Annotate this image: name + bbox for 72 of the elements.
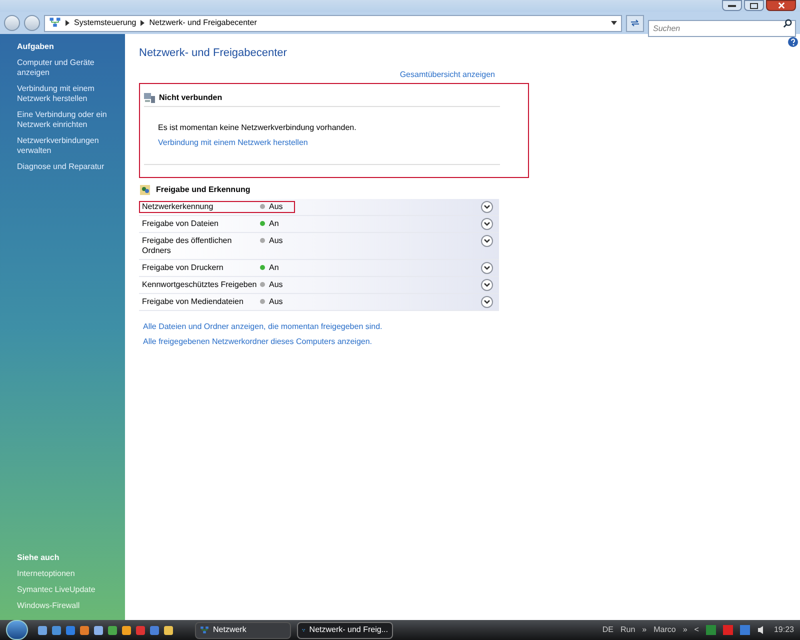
chevron-down-icon <box>484 205 490 209</box>
tray-icon[interactable] <box>722 625 733 635</box>
section-title: Freigabe und Erkennung <box>156 184 250 196</box>
search-field[interactable]: Suchen <box>648 20 796 36</box>
tray-item[interactable]: » <box>642 624 647 636</box>
page-title: Netzwerk- und Freigabecenter <box>139 46 288 60</box>
tray-icon[interactable] <box>740 625 750 635</box>
network-icon <box>200 626 209 634</box>
setting-row: Freigabe von Mediendateien Aus <box>139 294 499 311</box>
forward-button[interactable] <box>24 15 40 31</box>
setting-row: Kennwortgeschütztes Freigeben Aus <box>139 277 499 294</box>
chevron-down-icon <box>484 266 490 270</box>
taskbar-button[interactable]: Netzwerk- und Freig... <box>297 622 393 638</box>
tray-item[interactable]: < <box>694 624 699 636</box>
setting-row: Freigabe von Dateien An <box>139 216 499 233</box>
tray-item[interactable]: Run <box>620 624 636 636</box>
restore-button[interactable] <box>744 0 764 11</box>
chevron-icon <box>140 20 146 26</box>
setting-row: Freigabe des öffentlichen Ordners Aus <box>139 233 499 260</box>
tray-item[interactable]: Marco <box>654 624 676 636</box>
breadcrumb[interactable]: Systemsteuerung <box>74 17 136 29</box>
sharing-icon <box>140 185 150 195</box>
network-icon <box>49 17 61 29</box>
chevron-down-icon <box>484 300 490 304</box>
refresh-button[interactable] <box>626 14 644 32</box>
expand-button[interactable] <box>481 218 493 230</box>
setting-status: Aus <box>269 280 283 290</box>
tray-icon[interactable] <box>706 625 716 635</box>
chevron-down-icon <box>484 283 490 287</box>
expand-button[interactable] <box>481 296 493 308</box>
sidebar-link[interactable]: Diagnose und Reparatur <box>17 162 123 172</box>
sidebar-heading: Siehe auch <box>17 553 60 563</box>
start-button[interactable] <box>6 620 28 640</box>
connect-link[interactable]: Verbindung mit einem Netzwerk herstellen <box>158 137 308 149</box>
sidebar-heading: Aufgaben <box>17 42 55 52</box>
setting-status: An <box>269 263 279 273</box>
link[interactable]: Alle Dateien und Ordner anzeigen, die momentan freigegeben sind. <box>143 321 382 333</box>
expand-button[interactable] <box>481 201 493 213</box>
computer-icon <box>144 93 155 103</box>
close-icon <box>778 2 784 9</box>
address-bar[interactable]: Systemsteuerung Netzwerk- und Freigabecenter <box>44 14 622 32</box>
setting-status: An <box>269 219 279 229</box>
sidebar-link[interactable]: Computer und Geräte anzeigen <box>17 58 123 78</box>
setting-status: Aus <box>269 202 283 212</box>
section-title: Nicht verbunden <box>159 92 222 104</box>
search-icon <box>783 18 792 28</box>
clock: 19:23 <box>774 624 794 636</box>
breadcrumb[interactable]: Netzwerk- und Freigabecenter <box>149 17 257 29</box>
refresh-icon <box>630 19 640 27</box>
dropdown-icon <box>611 21 617 25</box>
sidebar-link[interactable]: Verbindung mit einem Netzwerk herstellen <box>17 84 123 104</box>
close-button[interactable] <box>766 0 796 11</box>
tray-item[interactable]: » <box>682 624 688 636</box>
setting-status: Aus <box>269 236 283 246</box>
setting-status: Aus <box>269 297 283 307</box>
expand-button[interactable] <box>481 279 493 291</box>
chevron-icon <box>65 20 70 26</box>
sidebar-link[interactable]: Netzwerkverbindungen verwalten <box>17 136 123 156</box>
minimize-button[interactable] <box>722 0 742 11</box>
taskbar-button[interactable]: Netzwerk <box>195 622 291 638</box>
expand-button[interactable] <box>481 235 493 247</box>
setting-row: Netzwerkerkennung Aus <box>139 199 499 216</box>
setting-row: Freigabe von Druckern An <box>139 260 499 277</box>
sidebar-link[interactable]: Eine Verbindung oder ein Netzwerk einrichten <box>17 110 123 130</box>
overview-link[interactable]: Gesamtübersicht anzeigen <box>400 69 495 81</box>
back-button[interactable] <box>4 15 20 31</box>
chevron-down-icon <box>484 239 490 243</box>
tray-item[interactable]: DE <box>602 624 614 636</box>
expand-button[interactable] <box>481 262 493 274</box>
status-message: Es ist momentan keine Netzwerkverbindung vorhanden. <box>158 122 358 134</box>
link[interactable]: Alle freigegebenen Netzwerkordner dieses Computers anzeigen. <box>143 336 372 348</box>
chevron-down-icon <box>484 222 490 226</box>
